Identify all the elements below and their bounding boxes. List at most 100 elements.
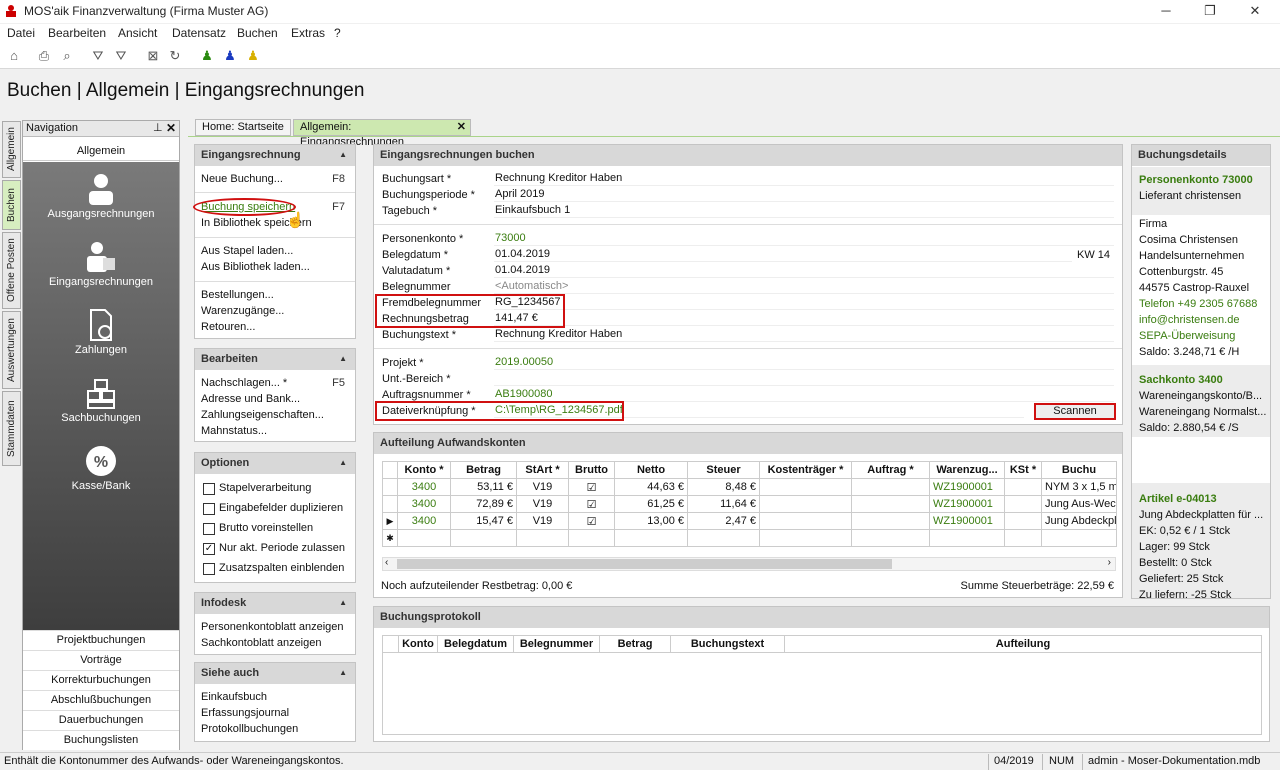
field-unt-bereich[interactable] [494, 372, 1114, 386]
menu-ansicht[interactable]: Ansicht [118, 26, 157, 40]
nav-item-ausgangsrechnungen[interactable]: Ausgangsrechnungen [23, 172, 179, 220]
pin-icon[interactable]: ⊥ [153, 121, 163, 134]
col-kst[interactable]: KSt * [1004, 461, 1042, 479]
vtab-offene-posten[interactable]: Offene Posten [2, 232, 21, 309]
brutto-checkbox[interactable]: ☑ [568, 478, 615, 496]
col-konto[interactable]: Konto * [397, 461, 451, 479]
vtab-stammdaten[interactable]: Stammdaten [2, 391, 21, 466]
field-personenkonto[interactable]: 73000 [494, 232, 1114, 246]
scannen-button[interactable]: Scannen [1034, 403, 1116, 420]
nav-item-zahlungen[interactable]: Zahlungen [23, 308, 179, 356]
panel-header[interactable]: Eingangsrechnung ▲ [195, 145, 355, 166]
tab-home-startseite[interactable]: Home: Startseite [195, 119, 291, 136]
zahlungseigenschaften-link[interactable]: Zahlungseigenschaften... [201, 409, 324, 421]
cancel-icon[interactable]: ⊠ [144, 47, 162, 65]
field-projekt[interactable]: 2019.00050 [494, 356, 1114, 370]
field-auftragsnummer[interactable]: AB1900080 [494, 388, 1114, 402]
menu-buchen[interactable]: Buchen [237, 26, 278, 40]
personenkontoblatt-link[interactable]: Personenkontoblatt anzeigen [201, 621, 344, 633]
checkbox-stapelverarbeitung[interactable] [203, 483, 215, 495]
user-yellow-icon[interactable]: ♟ [244, 47, 262, 65]
artikel-title[interactable]: Artikel e-04013 [1139, 493, 1217, 505]
nav-link-vortraege[interactable]: Vorträge [23, 650, 179, 670]
vtab-allgemein[interactable]: Allgemein [2, 121, 21, 178]
table-row[interactable]: 3400 53,11 € V19 ☑ 44,63 € 8,48 € WZ1900… [382, 478, 1117, 496]
table-row[interactable]: ▶ 3400 15,47 € V19 ☑ 13,00 € 2,47 € WZ19… [382, 512, 1117, 530]
table-row[interactable]: 3400 72,89 € V19 ☑ 61,25 € 11,64 € WZ190… [382, 495, 1117, 513]
field-tagebuch[interactable]: Einkaufsbuch 1 [494, 204, 1114, 218]
nav-item-eingangsrechnungen[interactable]: Eingangsrechnungen [23, 240, 179, 288]
vtab-buchen[interactable]: Buchen [2, 180, 21, 230]
col-betrag[interactable]: Betrag [599, 635, 671, 653]
print-icon[interactable]: ⎙ [35, 47, 53, 65]
col-aufteilung[interactable]: Aufteilung [784, 635, 1262, 653]
col-auftrag[interactable]: Auftrag * [851, 461, 930, 479]
personenkonto-title[interactable]: Personenkonto 73000 [1139, 174, 1253, 186]
einkaufsbuch-link[interactable]: Einkaufsbuch [201, 691, 267, 703]
nav-link-dauerbuchungen[interactable]: Dauerbuchungen [23, 710, 179, 730]
erfassungsjournal-link[interactable]: Erfassungsjournal [201, 707, 289, 719]
filter-clear-icon[interactable]: ⛛ [112, 47, 130, 65]
retouren-link[interactable]: Retouren... [201, 321, 255, 333]
col-konto[interactable]: Konto [398, 635, 438, 653]
detail-email-link[interactable]: info@christensen.de [1139, 314, 1239, 326]
scroll-right-icon[interactable]: › [1108, 557, 1111, 568]
filter-icon[interactable]: ⛛ [89, 47, 107, 65]
panel-header[interactable]: Optionen ▲ [195, 453, 355, 474]
col-kostentraeger[interactable]: Kostenträger * [759, 461, 852, 479]
refresh-icon[interactable]: ↻ [166, 47, 184, 65]
field-belegnummer[interactable]: <Automatisch> [494, 280, 1114, 294]
col-netto[interactable]: Netto [614, 461, 688, 479]
field-buchungstext[interactable]: Rechnung Kreditor Haben [494, 328, 1114, 342]
menu-datei[interactable]: Datei [7, 26, 35, 40]
menu-datensatz[interactable]: Datensatz [172, 26, 226, 40]
panel-header[interactable]: Siehe auch ▲ [195, 663, 355, 684]
restore-button[interactable]: ❐ [1187, 0, 1233, 23]
field-rechnungsbetrag[interactable]: 141,47 € [494, 312, 1114, 326]
user-blue-icon[interactable]: ♟ [221, 47, 239, 65]
close-window-button[interactable]: ✕ [1232, 0, 1278, 23]
adresse-bank-link[interactable]: Adresse und Bank... [201, 393, 300, 405]
col-buchungstext[interactable]: Buchu [1041, 461, 1117, 479]
nav-link-korrekturbuchungen[interactable]: Korrekturbuchungen [23, 670, 179, 690]
field-buchungsart[interactable]: Rechnung Kreditor Haben [494, 172, 1114, 186]
col-betrag[interactable]: Betrag [450, 461, 517, 479]
home-icon[interactable]: ⌂ [5, 47, 23, 65]
checkbox-zusatzspalten[interactable] [203, 563, 215, 575]
panel-header[interactable]: Infodesk ▲ [195, 593, 355, 614]
col-buchungstext[interactable]: Buchungstext [670, 635, 785, 653]
scroll-thumb[interactable] [397, 559, 892, 569]
nav-close-icon[interactable]: ✕ [166, 121, 176, 135]
col-start[interactable]: StArt * [516, 461, 569, 479]
protokollbuchungen-link[interactable]: Protokollbuchungen [201, 723, 298, 735]
sachkontoblatt-link[interactable]: Sachkontoblatt anzeigen [201, 637, 321, 649]
vtab-auswertungen[interactable]: Auswertungen [2, 311, 21, 389]
field-valutadatum[interactable]: 01.04.2019 [494, 264, 1114, 278]
sachkonto-title[interactable]: Sachkonto 3400 [1139, 374, 1223, 386]
nav-link-buchungslisten[interactable]: Buchungslisten [23, 730, 179, 750]
minimize-button[interactable]: ─ [1143, 0, 1189, 23]
panel-header[interactable]: Bearbeiten ▲ [195, 349, 355, 370]
nav-item-kasse-bank[interactable]: % Kasse/Bank [23, 444, 179, 492]
nachschlagen-link[interactable]: Nachschlagen... * [201, 377, 287, 389]
table-new-row[interactable]: ✱ [382, 529, 1117, 547]
col-brutto[interactable]: Brutto [568, 461, 615, 479]
menu-help[interactable]: ? [334, 26, 341, 40]
scroll-left-icon[interactable]: ‹ [385, 557, 388, 568]
bibliothek-laden-link[interactable]: Aus Bibliothek laden... [201, 261, 310, 273]
detail-telefon-link[interactable]: Telefon +49 2305 67688 [1139, 298, 1257, 310]
tab-close-icon[interactable]: ✕ [457, 120, 466, 135]
horizontal-scrollbar[interactable]: ‹ › [382, 557, 1116, 571]
neue-buchung-link[interactable]: Neue Buchung... [201, 173, 283, 185]
stapel-laden-link[interactable]: Aus Stapel laden... [201, 245, 293, 257]
brutto-checkbox[interactable]: ☑ [568, 512, 615, 530]
tab-eingangsrechnungen[interactable]: Allgemein: Eingangsrechnungen ✕ [293, 119, 471, 148]
bestellungen-link[interactable]: Bestellungen... [201, 289, 274, 301]
menu-extras[interactable]: Extras [291, 26, 325, 40]
menu-bearbeiten[interactable]: Bearbeiten [48, 26, 106, 40]
mahnstatus-link[interactable]: Mahnstatus... [201, 425, 267, 437]
checkbox-duplizieren[interactable] [203, 503, 215, 515]
col-warenzugang[interactable]: Warenzug... [929, 461, 1005, 479]
user-green-icon[interactable]: ♟ [198, 47, 216, 65]
nav-link-projektbuchungen[interactable]: Projektbuchungen [23, 630, 179, 650]
